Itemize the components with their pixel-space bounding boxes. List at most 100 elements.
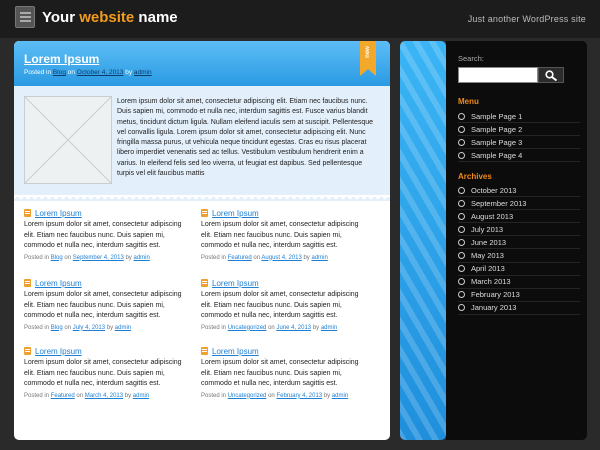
post-title[interactable]: Lorem Ipsum bbox=[35, 279, 82, 288]
menu-item[interactable]: Sample Page 3 bbox=[458, 136, 580, 150]
menu-item[interactable]: Sample Page 1 bbox=[458, 110, 580, 124]
featured-title-bar: Lorem Ipsum Posted in Blog on October 4,… bbox=[14, 41, 390, 86]
menu-title: Menu bbox=[458, 97, 479, 106]
featured-category-link[interactable]: Blog bbox=[53, 69, 66, 76]
post-category-link[interactable]: Uncategorized bbox=[228, 393, 267, 399]
archive-item[interactable]: March 2013 bbox=[458, 276, 580, 289]
image-placeholder-icon bbox=[25, 97, 111, 183]
post-date-link[interactable]: August 4, 2013 bbox=[261, 255, 301, 261]
post-excerpt: Lorem ipsum dolor sit amet, consectetur … bbox=[201, 291, 359, 319]
circle-bullet-icon bbox=[458, 252, 465, 260]
post-item: Lorem Ipsum Lorem ipsum dolor sit amet, … bbox=[24, 346, 189, 399]
post-author-link[interactable]: admin bbox=[115, 325, 131, 331]
new-badge: new bbox=[360, 41, 376, 76]
featured-thumbnail[interactable] bbox=[24, 96, 112, 184]
circle-bullet-icon bbox=[458, 151, 465, 159]
circle-bullet-icon bbox=[458, 278, 465, 286]
circle-bullet-icon bbox=[458, 199, 465, 207]
post-excerpt: Lorem ipsum dolor sit amet, consectetur … bbox=[201, 359, 359, 387]
post-icon bbox=[201, 347, 208, 355]
post-category-link[interactable]: Blog bbox=[51, 325, 63, 331]
post-author-link[interactable]: admin bbox=[133, 255, 149, 261]
post-author-link[interactable]: admin bbox=[133, 393, 149, 399]
post-author-link[interactable]: admin bbox=[321, 325, 337, 331]
archive-item[interactable]: September 2013 bbox=[458, 197, 580, 211]
featured-post-title[interactable]: Lorem Ipsum bbox=[24, 52, 99, 66]
featured-author-link[interactable]: admin bbox=[134, 69, 152, 76]
post-icon bbox=[201, 279, 208, 287]
post-title[interactable]: Lorem Ipsum bbox=[35, 209, 82, 218]
featured-date-link[interactable]: October 4, 2013 bbox=[77, 69, 124, 76]
post-excerpt: Lorem ipsum dolor sit amet, consectetur … bbox=[24, 221, 182, 249]
post-item: Lorem Ipsum Lorem ipsum dolor sit amet, … bbox=[201, 208, 366, 261]
post-item: Lorem Ipsum Lorem ipsum dolor sit amet, … bbox=[201, 278, 366, 331]
archive-item[interactable]: April 2013 bbox=[458, 263, 580, 276]
post-icon bbox=[24, 279, 31, 287]
featured-post-meta: Posted in Blog on October 4, 2013 by adm… bbox=[24, 69, 152, 76]
post-meta: Posted in Blog on September 4, 2013 by a… bbox=[24, 254, 150, 261]
post-meta: Posted in Blog on July 4, 2013 by admin bbox=[24, 324, 132, 331]
search-button[interactable] bbox=[538, 67, 564, 83]
site-tagline: Just another WordPress site bbox=[467, 14, 586, 24]
circle-bullet-icon bbox=[458, 125, 465, 133]
post-title[interactable]: Lorem Ipsum bbox=[35, 347, 82, 356]
circle-bullet-icon bbox=[458, 112, 465, 120]
post-date-link[interactable]: March 4, 2013 bbox=[85, 393, 123, 399]
menu-item[interactable]: Sample Page 2 bbox=[458, 123, 580, 137]
post-item: Lorem Ipsum Lorem ipsum dolor sit amet, … bbox=[24, 208, 189, 261]
post-date-link[interactable]: July 4, 2013 bbox=[73, 325, 105, 331]
menu-item[interactable]: Sample Page 4 bbox=[458, 149, 580, 163]
archives-title: Archives bbox=[458, 172, 492, 181]
post-icon bbox=[201, 209, 208, 217]
post-category-link[interactable]: Blog bbox=[51, 255, 63, 261]
post-excerpt: Lorem ipsum dolor sit amet, consectetur … bbox=[201, 221, 359, 249]
logo-icon[interactable] bbox=[15, 6, 35, 28]
post-meta: Posted in Featured on August 4, 2013 by … bbox=[201, 254, 328, 261]
featured-post-excerpt: Lorem ipsum dolor sit amet, consectetur … bbox=[117, 98, 374, 178]
circle-bullet-icon bbox=[458, 291, 465, 299]
archives-list: October 2013 September 2013 August 2013 … bbox=[458, 184, 580, 315]
archive-item[interactable]: January 2013 bbox=[458, 302, 580, 315]
post-author-link[interactable]: admin bbox=[311, 255, 327, 261]
post-category-link[interactable]: Featured bbox=[51, 393, 75, 399]
post-category-link[interactable]: Uncategorized bbox=[228, 325, 267, 331]
circle-bullet-icon bbox=[458, 238, 465, 246]
search-input[interactable] bbox=[458, 67, 538, 83]
site-header: Your website name Just another WordPress… bbox=[0, 0, 600, 38]
search-label: Search: bbox=[458, 54, 484, 63]
archive-item[interactable]: October 2013 bbox=[458, 184, 580, 198]
featured-post: Lorem Ipsum Posted in Blog on October 4,… bbox=[14, 41, 390, 202]
post-item: Lorem Ipsum Lorem ipsum dolor sit amet, … bbox=[201, 346, 366, 399]
post-category-link[interactable]: Featured bbox=[228, 255, 252, 261]
site-title[interactable]: Your website name bbox=[42, 9, 178, 26]
post-title[interactable]: Lorem Ipsum bbox=[212, 279, 259, 288]
post-excerpt: Lorem ipsum dolor sit amet, consectetur … bbox=[24, 359, 182, 387]
post-date-link[interactable]: September 4, 2013 bbox=[73, 255, 124, 261]
decorative-stripe bbox=[400, 41, 446, 440]
archive-item[interactable]: August 2013 bbox=[458, 210, 580, 224]
post-title[interactable]: Lorem Ipsum bbox=[212, 209, 259, 218]
post-author-link[interactable]: admin bbox=[332, 393, 348, 399]
archive-item[interactable]: June 2013 bbox=[458, 236, 580, 250]
search-icon bbox=[545, 70, 558, 81]
post-item: Lorem Ipsum Lorem ipsum dolor sit amet, … bbox=[24, 278, 189, 331]
circle-bullet-icon bbox=[458, 304, 465, 312]
sidebar: Search: Menu Sample Page 1 Sample Page 2… bbox=[446, 41, 587, 440]
post-date-link[interactable]: June 4, 2013 bbox=[276, 325, 311, 331]
zigzag-divider bbox=[14, 195, 390, 202]
archive-item[interactable]: May 2013 bbox=[458, 249, 580, 263]
post-icon bbox=[24, 347, 31, 355]
post-meta: Posted in Uncategorized on February 4, 2… bbox=[201, 392, 349, 399]
menu-list: Sample Page 1 Sample Page 2 Sample Page … bbox=[458, 110, 580, 163]
circle-bullet-icon bbox=[458, 138, 465, 146]
post-date-link[interactable]: February 4, 2013 bbox=[276, 393, 322, 399]
post-title[interactable]: Lorem Ipsum bbox=[212, 347, 259, 356]
post-meta: Posted in Uncategorized on June 4, 2013 … bbox=[201, 324, 338, 331]
circle-bullet-icon bbox=[458, 265, 465, 273]
post-meta: Posted in Featured on March 4, 2013 by a… bbox=[24, 392, 150, 399]
circle-bullet-icon bbox=[458, 225, 465, 233]
archive-item[interactable]: February 2013 bbox=[458, 289, 580, 302]
archive-item[interactable]: July 2013 bbox=[458, 223, 580, 237]
post-excerpt: Lorem ipsum dolor sit amet, consectetur … bbox=[24, 291, 182, 319]
main-content: Lorem Ipsum Posted in Blog on October 4,… bbox=[14, 41, 390, 440]
